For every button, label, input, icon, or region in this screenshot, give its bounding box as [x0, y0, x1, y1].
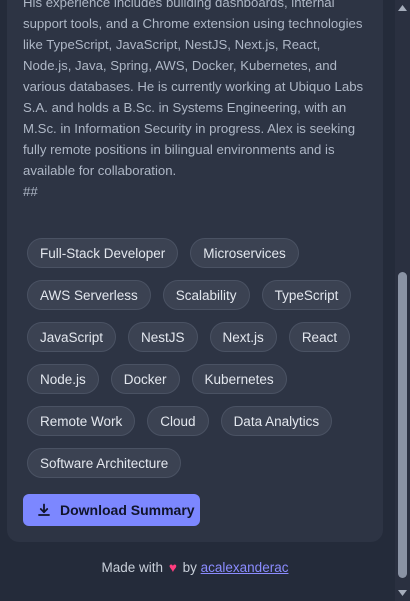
tag: Next.js	[209, 322, 277, 352]
tag: Full-Stack Developer	[27, 238, 179, 268]
footer-by: by	[182, 560, 197, 575]
scroll-down-arrow-icon[interactable]	[397, 588, 408, 598]
download-icon	[37, 503, 51, 517]
heart-icon: ♥	[168, 560, 177, 575]
tag: Node.js	[27, 364, 99, 394]
tag: Data Analytics	[220, 406, 333, 436]
scroll-up-arrow-icon[interactable]	[397, 3, 408, 13]
footer: Made with ♥ by acalexanderac	[0, 560, 390, 575]
tag: Scalability	[162, 280, 250, 310]
tag: Cloud	[147, 406, 209, 436]
tag: TypeScript	[261, 280, 352, 310]
author-link[interactable]: acalexanderac	[201, 560, 289, 575]
tag: Microservices	[190, 238, 299, 268]
footer-made-with: Made with	[101, 560, 164, 575]
scrollbar-thumb[interactable]	[398, 272, 407, 578]
download-summary-button[interactable]: Download Summary	[23, 494, 200, 526]
tag: Kubernetes	[191, 364, 287, 394]
tag: NestJS	[128, 322, 198, 352]
tag: React	[288, 322, 351, 352]
tag: AWS Serverless	[27, 280, 151, 310]
download-button-label: Download Summary	[60, 502, 195, 518]
tag: JavaScript	[27, 322, 117, 352]
tag: Software Architecture	[27, 448, 182, 478]
summary-text: His experience includes building dashboa…	[23, 0, 364, 199]
tag: Remote Work	[27, 406, 136, 436]
tag: Docker	[110, 364, 180, 394]
page-viewport: His experience includes building dashboa…	[0, 0, 410, 601]
tag-list: Full-Stack Developer Microservices AWS S…	[27, 238, 372, 478]
